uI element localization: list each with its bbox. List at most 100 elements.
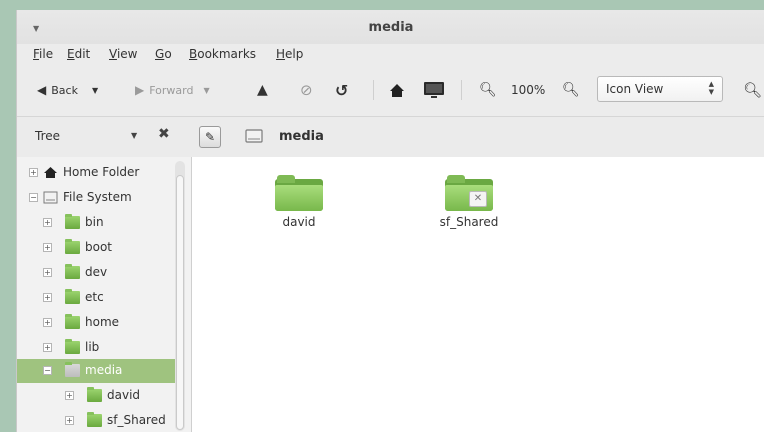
forward-label: Forward [149, 83, 194, 97]
expand-icon[interactable]: + [43, 343, 52, 352]
tree-item-home-folder[interactable]: + Home Folder [17, 161, 177, 185]
reload-button[interactable]: ↺ [335, 78, 348, 102]
folder-icon [65, 289, 80, 304]
stop-icon: ⊘ [300, 81, 313, 99]
menu-file-rest: ile [39, 47, 54, 61]
expand-icon[interactable]: + [29, 168, 38, 177]
tree-item-lib[interactable]: + lib [17, 336, 177, 360]
up-button[interactable]: ▲ [257, 78, 268, 102]
tree-item-etc[interactable]: + etc [17, 286, 177, 310]
folder-icon [65, 239, 80, 254]
menu-view[interactable]: View [109, 47, 137, 61]
zoom-out-button[interactable]: 🔍︎ [479, 78, 497, 102]
tree-item-dev[interactable]: + dev [17, 261, 177, 285]
tree-label: boot [85, 240, 113, 254]
back-history-dropdown-icon[interactable]: ▼ [92, 86, 98, 95]
expand-icon[interactable]: + [65, 391, 74, 400]
tree-item-home[interactable]: + home [17, 311, 177, 335]
tree-label: home [85, 315, 120, 329]
home-button[interactable] [389, 78, 405, 102]
menu-go[interactable]: Go [155, 47, 172, 61]
menu-bookmarks[interactable]: Bookmarks [189, 47, 256, 61]
back-label: Back [51, 83, 78, 97]
computer-icon [424, 82, 444, 98]
expand-icon[interactable]: + [65, 416, 74, 425]
tree-label: lib [85, 340, 100, 354]
home-icon [390, 83, 404, 97]
path-segment-media[interactable]: media [279, 129, 324, 144]
tree-label: bin [85, 215, 104, 229]
search-button[interactable]: 🔍︎ [743, 78, 762, 102]
collapse-icon[interactable]: − [29, 193, 38, 202]
reload-icon: ↺ [335, 80, 349, 100]
tree-label: File System [63, 190, 132, 204]
drive-icon [43, 191, 58, 204]
window-title: media [368, 20, 414, 35]
back-button[interactable]: ◀ Back ▼ [37, 78, 98, 102]
select-arrows-icon: ▲ ▼ [708, 80, 714, 96]
menu-bookmarks-rest: ookmarks [197, 47, 257, 61]
menu-go-rest: o [164, 47, 172, 61]
expand-icon[interactable]: + [43, 268, 52, 277]
collapse-icon[interactable]: − [43, 366, 52, 375]
file-item-david[interactable]: david [244, 175, 354, 229]
folder-icon [65, 264, 80, 279]
tree-label: sf_Shared [107, 413, 166, 427]
menu-edit[interactable]: Edit [67, 47, 90, 61]
stop-button[interactable]: ⊘ [300, 78, 313, 102]
tree-item-media[interactable]: − media [17, 359, 177, 383]
folder-icon [275, 175, 323, 211]
toolbar-separator [461, 80, 462, 100]
menu-view-rest: iew [116, 47, 138, 61]
expand-icon[interactable]: + [43, 318, 52, 327]
menu-edit-key: E [67, 47, 75, 61]
tree-item-boot[interactable]: + boot [17, 236, 177, 260]
menu-help[interactable]: Help [276, 47, 303, 61]
back-arrow-icon: ◀ [37, 83, 47, 97]
shared-badge-icon: ✕ [469, 191, 487, 207]
sidebar-scrollbar-thumb[interactable] [176, 175, 184, 430]
location-bar: Tree ▼ ✖ ✎ media [17, 116, 764, 158]
menu-bar: File Edit View Go Bookmarks Help [17, 44, 764, 66]
toolbar-separator [373, 80, 374, 100]
forward-history-dropdown-icon[interactable]: ▼ [203, 86, 209, 95]
close-sidebar-icon[interactable]: ✖ [158, 126, 170, 142]
expand-icon[interactable]: + [43, 243, 52, 252]
menu-file[interactable]: File [33, 47, 53, 61]
view-mode-select[interactable]: Icon View ▲ ▼ [597, 76, 723, 102]
folder-icon [87, 387, 102, 402]
folder-icon [65, 214, 80, 229]
tree-item-bin[interactable]: + bin [17, 211, 177, 235]
folder-icon [65, 339, 80, 354]
up-arrow-icon: ▲ [257, 82, 268, 98]
zoom-in-icon: 🔍︎ [562, 82, 580, 98]
title-bar[interactable]: ▼ media [17, 10, 764, 44]
zoom-in-button[interactable]: 🔍︎ [562, 78, 580, 102]
sidebar-mode-dropdown-icon[interactable]: ▼ [131, 131, 137, 140]
sidebar-scrollbar[interactable] [175, 161, 185, 431]
tree-label: david [107, 388, 141, 402]
forward-button[interactable]: ▶ Forward ▼ [135, 78, 210, 102]
view-mode-value: Icon View [606, 82, 664, 96]
menu-edit-rest: dit [74, 47, 91, 61]
tree-item-sf-shared[interactable]: + sf_Shared [17, 409, 177, 432]
file-item-sf-shared[interactable]: ✕ sf_Shared [414, 175, 524, 229]
menu-view-key: V [109, 47, 117, 61]
tree-item-file-system[interactable]: − File System [17, 186, 177, 210]
file-view[interactable]: david ✕ sf_Shared [192, 157, 764, 432]
zoom-level[interactable]: 100% [511, 78, 545, 102]
toggle-location-entry-button[interactable]: ✎ [199, 126, 221, 148]
menu-bookmarks-key: B [189, 47, 198, 61]
tree-label: dev [85, 265, 108, 279]
menu-go-key: G [155, 47, 165, 61]
folder-icon [65, 362, 80, 377]
expand-icon[interactable]: + [43, 293, 52, 302]
drive-icon[interactable] [245, 128, 263, 144]
computer-button[interactable] [423, 78, 445, 102]
zoom-out-icon: 🔍︎ [479, 82, 497, 98]
forward-arrow-icon: ▶ [135, 83, 145, 97]
tree-label: Home Folder [63, 165, 140, 179]
expand-icon[interactable]: + [43, 218, 52, 227]
sidebar-mode-label[interactable]: Tree [35, 129, 60, 143]
tree-item-david[interactable]: + david [17, 384, 177, 408]
